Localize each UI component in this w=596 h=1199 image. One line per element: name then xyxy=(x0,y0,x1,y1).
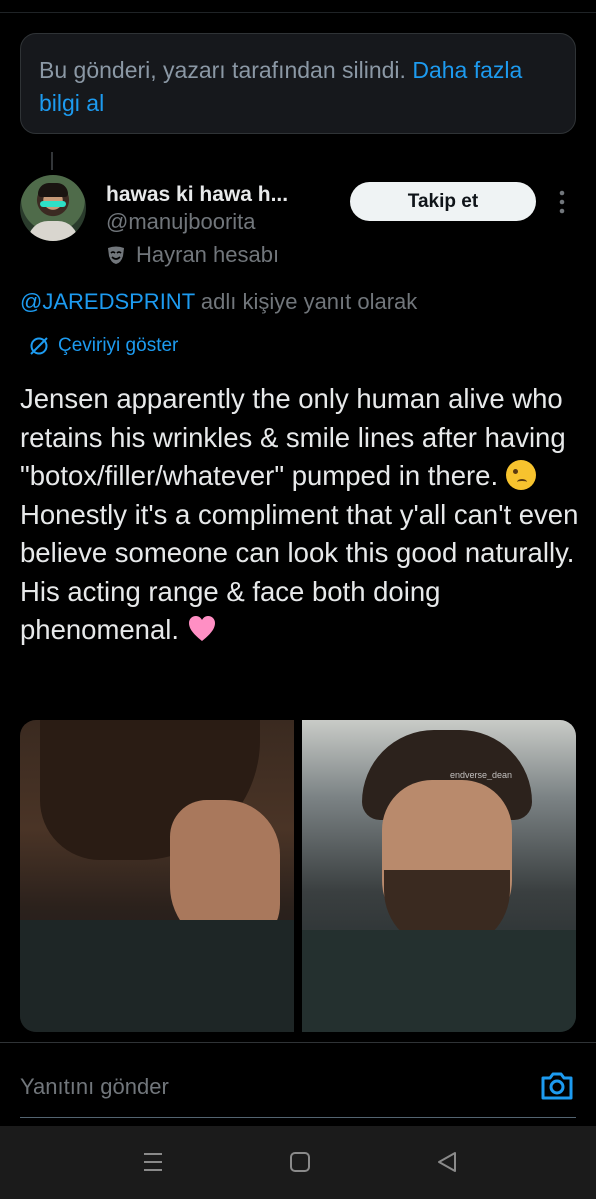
photo2-suit xyxy=(302,930,576,1032)
back-icon[interactable] xyxy=(434,1149,460,1175)
deleted-post-notice: Bu gönderi, yazarı tarafından silindi. D… xyxy=(20,33,576,134)
show-translation-label: Çeviriyi göster xyxy=(58,335,179,356)
show-translation-button[interactable]: Çeviriyi göster xyxy=(28,333,178,359)
home-icon[interactable] xyxy=(287,1149,313,1175)
reply-context-text: adlı kişiye yanıt olarak xyxy=(200,289,418,314)
tweet-text-part2: Honestly it's a compliment that y'all ca… xyxy=(20,498,579,646)
reply-input-underline xyxy=(20,1117,576,1118)
theater-mask-icon xyxy=(108,246,124,264)
photo-watermark: endverse_dean xyxy=(450,770,513,780)
fan-account-text: Hayran hesabı xyxy=(136,242,280,267)
tweet-text: Jensen apparently the only human alive w… xyxy=(20,380,580,650)
tweet-media[interactable]: endverse_dean xyxy=(20,720,576,1032)
avatar[interactable] xyxy=(20,175,86,241)
avatar-glasses xyxy=(40,201,66,207)
translate-icon xyxy=(30,337,48,355)
woozy-face-emoji-icon xyxy=(505,460,536,490)
fan-account-label: Hayran hesabı xyxy=(106,241,279,269)
author-handle[interactable]: @manujboorita xyxy=(106,209,256,235)
deleted-notice-text: Bu gönderi, yazarı tarafından silindi. xyxy=(39,57,406,83)
reply-mention-link[interactable]: @JAREDSPRINT xyxy=(20,289,195,314)
photo1-suit xyxy=(20,920,294,1032)
thread-connector xyxy=(51,152,53,170)
pink-heart-emoji-icon xyxy=(188,616,215,641)
recent-apps-icon[interactable] xyxy=(140,1149,166,1175)
reply-context: @JAREDSPRINT adlı kişiye yanıt olarak xyxy=(20,289,417,315)
media-photo-1[interactable] xyxy=(20,720,294,1032)
author-display-name[interactable]: hawas ki hawa h... xyxy=(106,183,288,207)
tweet-text-part1: Jensen apparently the only human alive w… xyxy=(20,383,566,491)
reply-input[interactable]: Yanıtını gönder xyxy=(20,1074,169,1100)
more-options-icon[interactable] xyxy=(554,188,570,216)
reply-composer: Yanıtını gönder xyxy=(0,1042,596,1127)
avatar-shirt xyxy=(28,221,78,241)
system-navigation-bar xyxy=(0,1126,596,1199)
camera-icon[interactable] xyxy=(539,1068,575,1104)
top-divider xyxy=(0,12,596,13)
avatar-hair xyxy=(38,183,68,197)
media-photo-2[interactable]: endverse_dean xyxy=(302,720,576,1032)
follow-button[interactable]: Takip et xyxy=(350,182,536,221)
